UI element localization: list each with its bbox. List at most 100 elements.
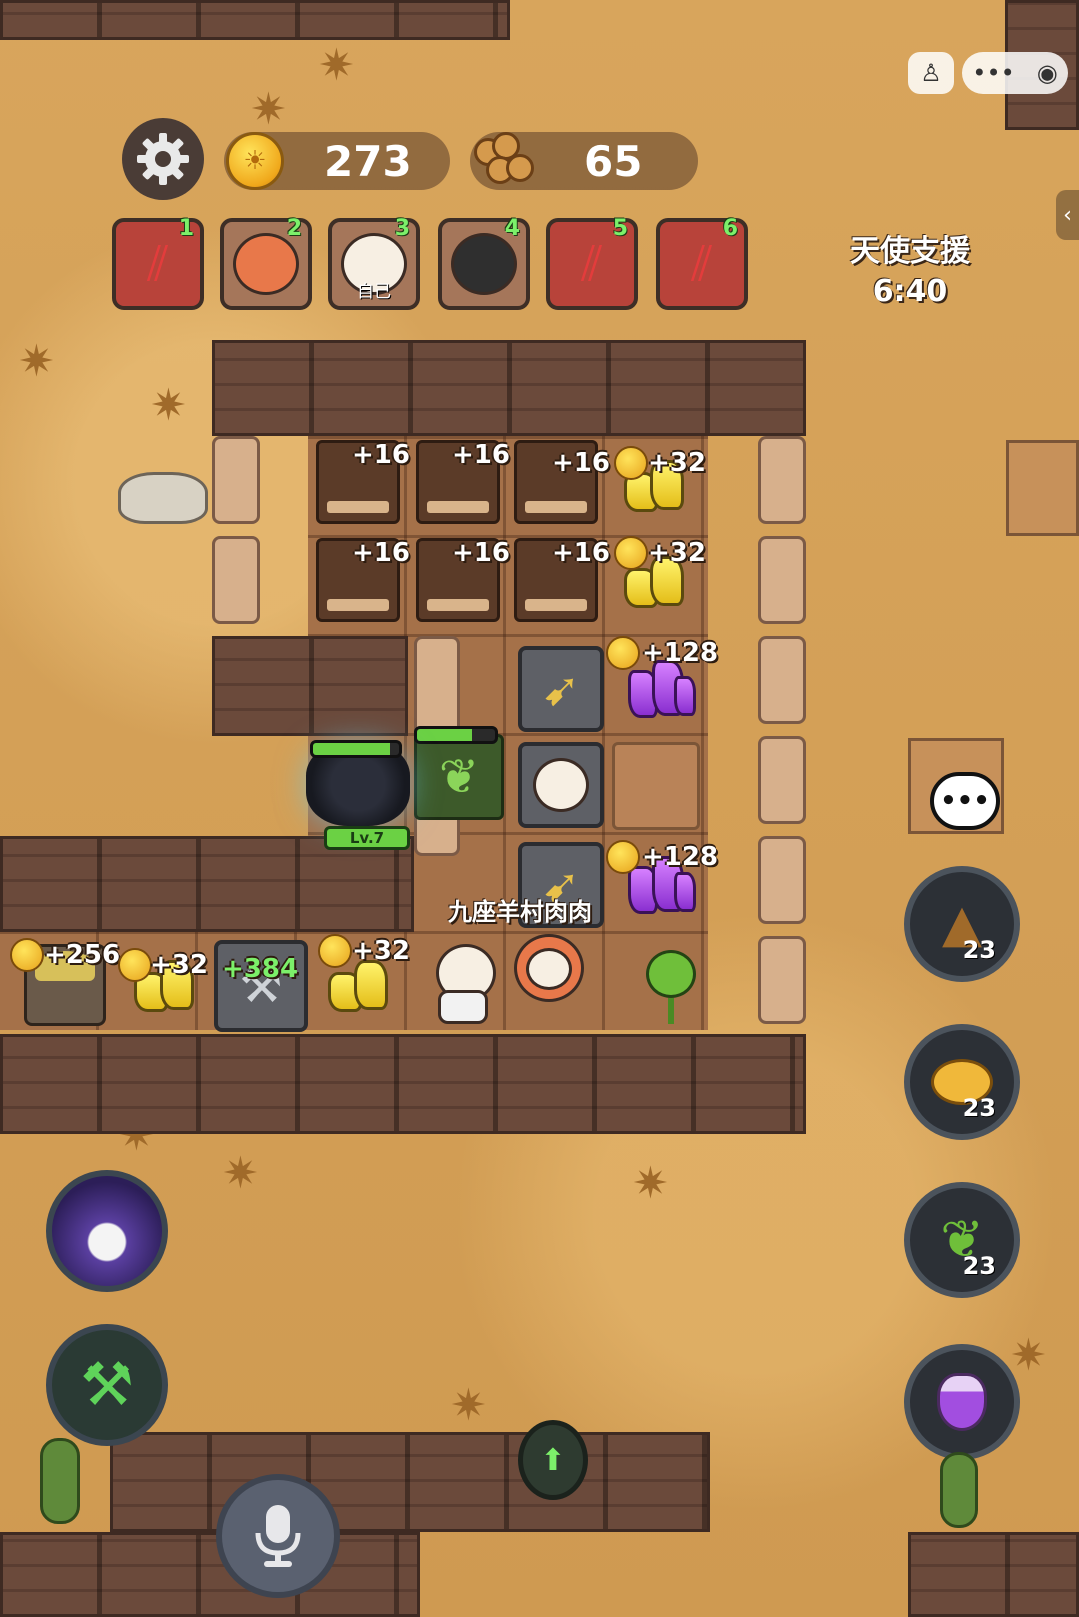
wall-stone <box>758 936 806 1024</box>
coin-icon <box>318 934 352 968</box>
settings-button[interactable] <box>122 118 204 200</box>
gear-icon <box>137 133 189 185</box>
witch-sheep-character[interactable] <box>518 742 604 828</box>
yield-label: +32 <box>648 448 706 478</box>
peashooter-plant[interactable] <box>636 946 706 1026</box>
poop-skill-button[interactable]: ▲ 23 <box>904 866 1020 982</box>
event-timer: 6:40 <box>872 274 948 309</box>
yield-label: +16 <box>452 440 510 470</box>
wood-count: 65 <box>584 136 643 186</box>
claw-marks-icon: ⫽ <box>147 235 169 292</box>
empty-tile[interactable] <box>612 742 700 830</box>
chat-dots-icon: ••• <box>940 786 990 816</box>
player-name-label: 九座羊村肉肉 <box>448 898 592 926</box>
wall-stone <box>212 436 260 524</box>
potion-button[interactable] <box>904 1344 1020 1460</box>
wolf-level-badge: Lv.7 <box>324 826 410 850</box>
dry-leaf-icon: ✷ <box>318 40 355 91</box>
coin-icon <box>614 536 648 570</box>
coin-icon <box>606 840 640 874</box>
event-title: 天使支援 <box>850 234 970 269</box>
wall-stone <box>758 536 806 624</box>
coin-icon <box>606 636 640 670</box>
dry-leaf-icon: ✷ <box>222 1148 259 1199</box>
coin-counter: ☀ 273 <box>224 132 450 190</box>
yield-label: +128 <box>642 842 719 872</box>
wrench-hammer-icon: ⚒ <box>80 1350 134 1420</box>
coin-icon <box>10 938 44 972</box>
lower-wall <box>110 1432 710 1532</box>
coin-icon <box>118 948 152 982</box>
base-wall-inner <box>212 636 408 736</box>
player-slot-4[interactable]: 4 <box>438 216 530 310</box>
more-icon[interactable]: ••• <box>972 59 1014 87</box>
player-slot-2[interactable]: 2 <box>220 216 312 310</box>
coin-icon: ☀ <box>226 132 284 190</box>
gate-upgrade-arrow-icon[interactable]: ⬆ <box>518 1420 588 1500</box>
thorn-skill-button[interactable]: ❦ 23 <box>904 1182 1020 1298</box>
player-slot-5[interactable]: ⫽ 5 <box>546 216 638 310</box>
witch-sheep-avatar <box>533 758 589 812</box>
black-sheep-avatar <box>451 233 517 295</box>
lower-wall-left <box>0 1532 420 1617</box>
dry-leaf-icon: ✷ <box>18 336 55 387</box>
potion-icon <box>937 1373 987 1431</box>
player-slot-1[interactable]: ⫽ 1 <box>112 216 204 310</box>
chat-bubble-button[interactable]: ••• <box>930 772 1000 830</box>
yield-label: +32 <box>648 538 706 568</box>
lower-wall-right <box>908 1532 1079 1617</box>
wood-logs-icon <box>472 132 536 190</box>
build-tools-button[interactable]: ⚒ <box>46 1324 168 1446</box>
crossbow-turret[interactable]: ➹ <box>518 646 604 732</box>
dry-leaf-icon: ✷ <box>250 84 287 135</box>
wood-counter: 65 <box>470 132 698 190</box>
wall-stone <box>758 836 806 924</box>
wall-stone <box>212 536 260 624</box>
cactus-icon <box>40 1438 80 1524</box>
thorn-trap-tile[interactable]: ❦ <box>414 734 504 820</box>
cow-skull-icon <box>118 472 208 524</box>
fox-hood-sheep-avatar <box>233 233 299 295</box>
yield-label: +16 <box>352 440 410 470</box>
base-wall-left <box>0 836 414 932</box>
base-wall-top <box>212 340 806 436</box>
coin-icon <box>614 446 648 480</box>
dry-leaf-icon: ✷ <box>150 380 187 431</box>
person-icon: ♙ <box>920 59 942 87</box>
microphone-icon <box>255 1505 301 1567</box>
collapse-arrow-icon[interactable]: ‹ <box>1056 190 1079 240</box>
thorn-vine-icon: ❦ <box>438 749 480 805</box>
coin-count: 273 <box>324 136 412 186</box>
player-slot-6[interactable]: ⫽ 6 <box>656 216 748 310</box>
wall-stone <box>758 636 806 724</box>
voice-chat-button[interactable] <box>216 1474 340 1598</box>
dry-leaf-icon: ✷ <box>1010 1330 1047 1381</box>
profile-capsule-button[interactable]: ♙ <box>908 52 954 94</box>
close-target-icon[interactable]: ◉ <box>1037 59 1058 87</box>
claw-marks-icon: ⫽ <box>581 235 603 292</box>
cactus-icon <box>940 1452 978 1528</box>
yield-label: +16 <box>352 538 410 568</box>
doctor-sheep-character[interactable] <box>428 940 498 1024</box>
trap-health-bar <box>414 726 498 744</box>
yield-label: +32 <box>352 936 410 966</box>
yield-label: +16 <box>552 538 610 568</box>
wolf-vs-sheep-mode-button[interactable] <box>46 1170 168 1292</box>
yield-label: +16 <box>552 448 610 478</box>
yield-label: +256 <box>44 940 121 970</box>
crossbow-icon: ➹ <box>541 662 581 716</box>
fox-hood-sheep-character[interactable] <box>506 934 586 1024</box>
yield-label: +128 <box>642 638 719 668</box>
wolf-health-bar <box>310 740 402 758</box>
piggy-bank-skill-button[interactable]: 23 <box>904 1024 1020 1140</box>
claw-marks-icon: ⫽ <box>691 235 713 292</box>
yield-label: +32 <box>150 950 208 980</box>
dry-leaf-icon: ✷ <box>632 1158 669 1209</box>
yield-label: +384 <box>222 954 299 984</box>
dry-leaf-icon: ✷ <box>450 1380 487 1431</box>
wall-stone <box>758 436 806 524</box>
player-slot-3[interactable]: 3 自己 <box>328 216 420 310</box>
mini-program-menu-capsule[interactable]: ••• ◉ <box>962 52 1068 94</box>
side-tile <box>1006 440 1079 536</box>
top-wall <box>0 0 510 40</box>
